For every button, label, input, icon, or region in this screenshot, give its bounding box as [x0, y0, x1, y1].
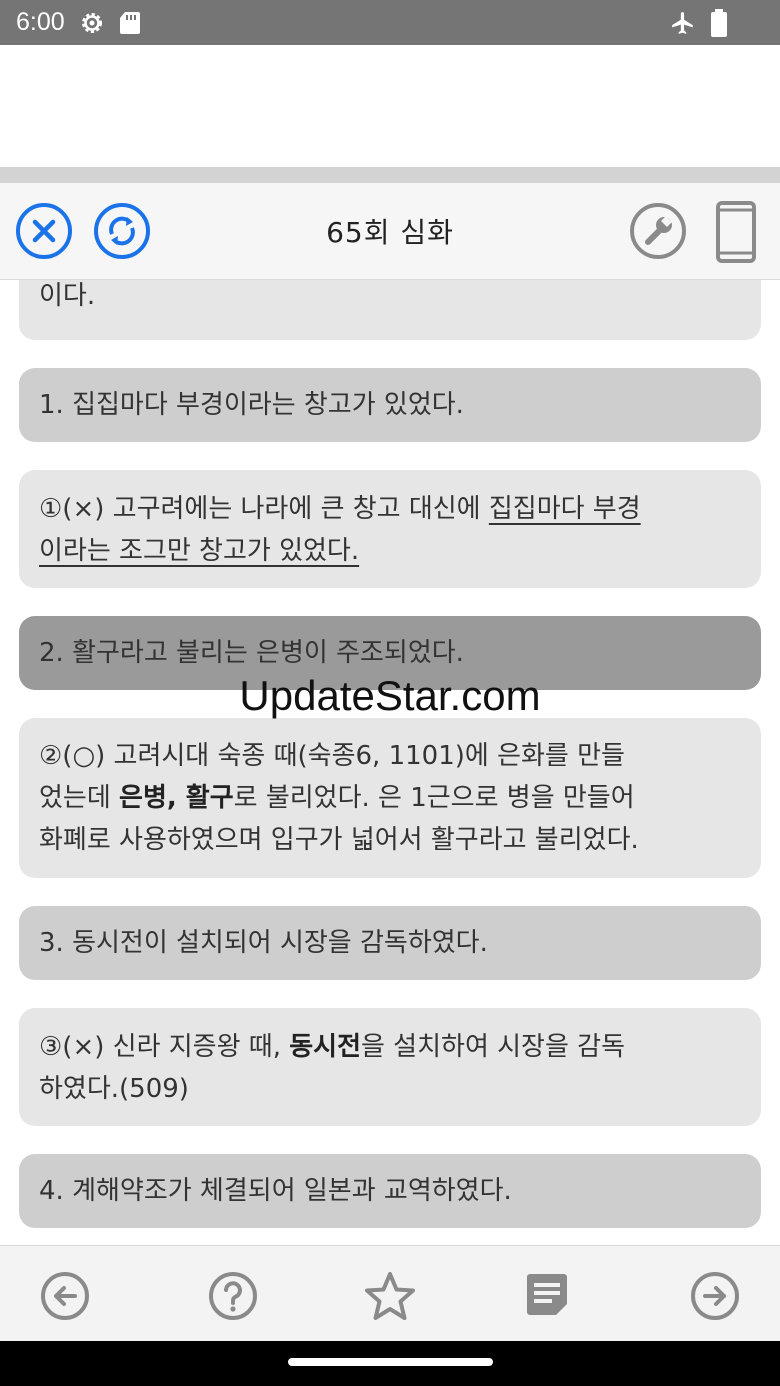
battery-icon [710, 9, 728, 37]
explanation-text: 하였다.(509) [39, 1074, 189, 1104]
choice-3[interactable]: 3. 동시전이 설치되어 시장을 감독하였다. [19, 906, 761, 980]
choice-4[interactable]: 4. 계해약조가 체결되어 일본과 교역하였다. [19, 1154, 761, 1228]
explanation-3: ③(×) 신라 지증왕 때, 동시전을 설치하여 시장을 감독하였다.(509) [19, 1008, 761, 1126]
choice-2-selected[interactable]: 2. 활구라고 불리는 은병이 주조되었다. [19, 616, 761, 690]
question-icon [209, 1272, 257, 1320]
choice-text: 4. 계해약조가 체결되어 일본과 교역하였다. [39, 1176, 512, 1206]
favorite-button[interactable] [362, 1270, 415, 1322]
explanation-2: ②(○) 고려시대 숙종 때(숙종6, 1101)에 은화를 만들었는데 은병,… [19, 718, 761, 878]
explanation-text: ③(×) 신라 지증왕 때, [39, 1032, 290, 1062]
note-icon [527, 1274, 567, 1315]
previous-button[interactable] [39, 1270, 91, 1322]
explanation-1: ①(×) 고구려에는 나라에 큰 창고 대신에 집집마다 부경이라는 조그만 창… [19, 470, 761, 588]
next-button[interactable] [689, 1270, 741, 1322]
status-time: 6:00 [16, 8, 65, 36]
page-title: 65회 심화 [326, 216, 454, 249]
choice-text: 3. 동시전이 설치되어 시장을 감독하였다. [39, 928, 488, 958]
phone-icon [716, 201, 756, 263]
status-bar: 6:00 [0, 0, 780, 45]
close-icon [16, 203, 72, 259]
explanation-keyword: 은병, 활구 [119, 783, 234, 813]
system-navigation-bar [0, 1341, 780, 1386]
refresh-button[interactable] [92, 201, 152, 261]
notes-button[interactable] [522, 1270, 574, 1322]
header-divider [0, 167, 780, 183]
help-button[interactable] [207, 1270, 259, 1322]
star-icon [365, 1272, 415, 1320]
explanation-keyword: 동시전 [289, 1032, 361, 1062]
choice-text: 1. 집집마다 부경이라는 창고가 있었다. [39, 390, 464, 420]
question-content[interactable]: 이다. 1. 집집마다 부경이라는 창고가 있었다. ①(×) 고구려에는 나라… [0, 280, 780, 1244]
airplane-mode-icon [670, 10, 696, 36]
sd-card-icon [119, 11, 141, 35]
blank-ad-area [0, 45, 780, 167]
explanation-text: 을 설치하여 시장을 감독 [361, 1032, 625, 1062]
explanation-card-partial: 이다. [19, 280, 761, 340]
explanation-text: 로 불리었다. 은 1근으로 병을 만들어 [233, 783, 635, 813]
device-view-button[interactable] [708, 201, 768, 263]
choice-1[interactable]: 1. 집집마다 부경이라는 창고가 있었다. [19, 368, 761, 442]
settings-gear-icon [79, 10, 105, 36]
bottom-navigation [0, 1245, 780, 1342]
explanation-text: 이다. [39, 281, 96, 311]
explanation-text: ①(×) 고구려에는 나라에 큰 창고 대신에 [39, 494, 489, 524]
arrow-right-icon [691, 1272, 739, 1320]
refresh-icon [94, 203, 150, 259]
arrow-left-icon [41, 1272, 89, 1320]
explanation-highlight: 집집마다 부경 [488, 494, 641, 524]
explanation-highlight: 이라는 조그만 창고가 있었다. [39, 536, 360, 566]
wrench-icon [630, 203, 686, 259]
close-button[interactable] [14, 201, 74, 261]
explanation-text: 화폐로 사용하였으며 입구가 넓어서 활구라고 불리었다. [39, 825, 639, 855]
explanation-text: ②(○) 고려시대 숙종 때(숙종6, 1101)에 은화를 만들 [39, 741, 625, 771]
app-header: 65회 심화 [0, 183, 780, 280]
home-gesture-handle[interactable] [288, 1358, 493, 1366]
settings-button[interactable] [628, 201, 688, 261]
choice-text: 2. 활구라고 불리는 은병이 주조되었다. [39, 638, 464, 668]
explanation-text: 었는데 [39, 783, 120, 813]
